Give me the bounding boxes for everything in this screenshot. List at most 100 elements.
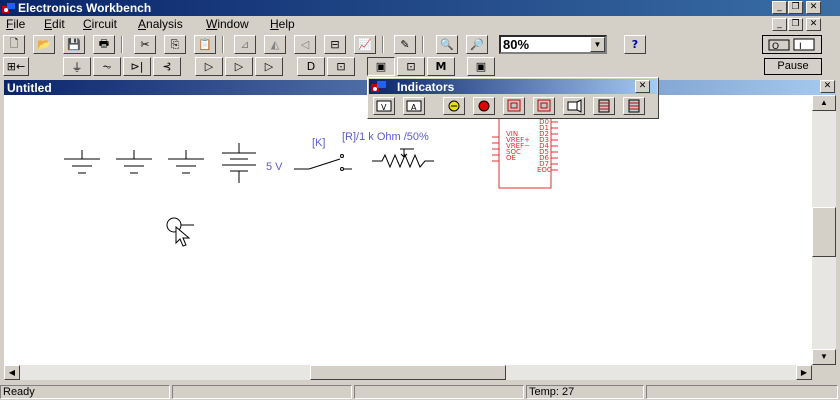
flip-vertical-icon[interactable]: ◁ — [294, 35, 316, 54]
indicators-bin-icon[interactable]: ▣ — [367, 57, 395, 76]
horizontal-scrollbar[interactable]: ◀ ▶ — [4, 365, 812, 380]
subcircuit-icon[interactable]: ⊟ — [324, 35, 346, 54]
open-folder-icon[interactable]: 📂 — [33, 35, 55, 54]
controls-bin-icon[interactable]: ⊡ — [397, 57, 425, 76]
power-switch[interactable]: OI — [762, 35, 822, 54]
status-bar: Ready Temp: 27 — [0, 384, 840, 400]
status-panel-2 — [172, 385, 352, 399]
ground-icon — [116, 150, 152, 174]
flip-horizontal-icon[interactable]: ◭ — [264, 35, 286, 54]
potentiometer-label: [R]/1 k Ohm /50% — [342, 131, 429, 143]
help-icon[interactable]: ? — [624, 35, 646, 54]
circuit-canvas[interactable]: 5 V [K] [R]/1 k Ohm /50% VIN VREF+ VREF− SO… — [4, 95, 812, 365]
status-panel-3 — [354, 385, 524, 399]
menu-help[interactable]: Help — [270, 16, 295, 33]
indicators-title-bar: Indicators ✕ — [369, 79, 657, 94]
battery-label: 5 V — [266, 161, 283, 173]
app-title-bar: Electronics Workbench _ ❐ ✕ — [0, 0, 840, 16]
document-close-button[interactable]: ✕ — [820, 80, 835, 93]
chevron-down-icon[interactable]: ▼ — [590, 37, 605, 52]
app-title: Electronics Workbench — [18, 1, 152, 15]
zoom-in-icon[interactable]: 🔎 — [466, 35, 488, 54]
status-text: Ready — [0, 385, 170, 399]
mixed-ics-bin-icon[interactable]: ▷ — [225, 57, 253, 76]
indicators-palette: Indicators ✕ V A — [367, 77, 659, 119]
rotate-icon[interactable]: ⊿ — [234, 35, 256, 54]
potentiometer-icon — [372, 148, 434, 169]
scroll-right-button[interactable]: ▶ — [796, 365, 812, 380]
document-title: Untitled — [7, 81, 52, 95]
digital-bin-icon[interactable]: ⊡ — [327, 57, 355, 76]
resize-corner[interactable] — [812, 365, 836, 380]
close-button[interactable]: ✕ — [806, 1, 821, 14]
pause-button[interactable]: Pause — [764, 58, 822, 75]
cut-icon[interactable]: ✂ — [134, 35, 156, 54]
indicators-close-button[interactable]: ✕ — [635, 80, 650, 93]
ic-right-pin-labels: D0 D1 D2 D3 D4 D5 D6 D7 EOC — [537, 118, 552, 174]
paste-icon[interactable]: 📋 — [194, 35, 216, 54]
buzzer-icon[interactable] — [563, 97, 585, 115]
menu-analysis[interactable]: Analysis — [138, 16, 183, 33]
logic-gates-bin-icon[interactable]: D — [297, 57, 325, 76]
digital-ics-bin-icon[interactable]: ▷ — [255, 57, 283, 76]
restore-button[interactable]: ❐ — [788, 1, 803, 14]
ammeter-icon[interactable]: A — [403, 97, 425, 115]
new-file-icon[interactable]: 🗋 — [3, 35, 25, 54]
component-properties-icon[interactable]: ✎ — [394, 35, 416, 54]
bargraph-icon[interactable] — [593, 97, 615, 115]
scroll-up-button[interactable]: ▲ — [812, 95, 836, 111]
favorites-bin-icon[interactable]: ⊞← — [3, 57, 29, 76]
minimize-button[interactable]: _ — [772, 1, 787, 14]
analog-ics-bin-icon[interactable]: ▷ — [195, 57, 223, 76]
menu-edit[interactable]: Edit — [44, 16, 65, 33]
bulb-icon[interactable] — [443, 97, 465, 115]
scroll-thumb-vertical[interactable] — [812, 207, 836, 257]
menu-window[interactable]: Window — [206, 16, 249, 33]
battery-icon — [222, 143, 256, 183]
decoded-bargraph-icon[interactable] — [623, 97, 645, 115]
transistors-bin-icon[interactable]: ⊰ — [153, 57, 181, 76]
miscellaneous-bin-icon[interactable]: M — [427, 57, 455, 76]
scroll-left-button[interactable]: ◀ — [4, 365, 20, 380]
scroll-down-button[interactable]: ▼ — [812, 349, 836, 365]
switch-icon — [294, 154, 352, 171]
seven-segment-icon[interactable] — [503, 97, 525, 115]
svg-text:V: V — [381, 103, 387, 112]
instruments-bin-icon[interactable]: ▣ — [467, 57, 495, 76]
zoom-out-icon[interactable]: 🔍 — [436, 35, 458, 54]
main-toolbar: 🗋 📂 💾 🖶 ✂ ⎘ 📋 ⊿ ◭ ◁ ⊟ 📈 ✎ 🔍 🔎 80% ▼ ? OI — [0, 33, 840, 55]
ic-left-pin-labels: VIN VREF+ VREF− SOC OE — [506, 130, 530, 162]
vertical-scrollbar[interactable]: ▲ ▼ — [812, 95, 836, 365]
menu-bar: File Edit Circuit Analysis Window Help _… — [0, 16, 840, 33]
svg-text:A: A — [411, 103, 417, 112]
doc-minimize-button[interactable]: _ — [772, 18, 787, 31]
print-icon[interactable]: 🖶 — [93, 35, 115, 54]
basic-bin-icon[interactable]: ⏦ — [93, 57, 121, 76]
menu-file[interactable]: File — [6, 16, 25, 33]
indicators-logo-icon — [371, 80, 393, 96]
copy-icon[interactable]: ⎘ — [164, 35, 186, 54]
pointer-cursor-icon — [166, 217, 194, 247]
app-logo-icon — [2, 2, 15, 14]
ground-icon — [168, 150, 204, 174]
doc-restore-button[interactable]: ❐ — [788, 18, 803, 31]
zoom-select[interactable]: 80% ▼ — [499, 35, 607, 54]
ground-icon — [64, 150, 100, 174]
doc-close-button[interactable]: ✕ — [806, 18, 821, 31]
parts-toolbar: ⊞← ⏚ ⏦ ⊳| ⊰ ▷ ▷ ▷ D ⊡ ▣ ⊡ M ▣ Pause — [0, 55, 840, 77]
svg-text:I: I — [799, 42, 802, 52]
svg-text:O: O — [772, 42, 779, 52]
save-icon[interactable]: 💾 — [63, 35, 85, 54]
graph-icon[interactable]: 📈 — [354, 35, 376, 54]
decoded-seven-segment-icon[interactable] — [533, 97, 555, 115]
pause-label: Pause — [777, 60, 809, 72]
menu-circuit[interactable]: Circuit — [83, 16, 117, 33]
voltmeter-icon[interactable]: V — [373, 97, 395, 115]
red-probe-icon[interactable] — [473, 97, 495, 115]
switch-label: [K] — [312, 137, 326, 149]
temperature-readout: Temp: 27 — [526, 385, 644, 399]
indicators-title: Indicators — [397, 80, 455, 94]
scroll-thumb-horizontal[interactable] — [310, 365, 506, 380]
diodes-bin-icon[interactable]: ⊳| — [123, 57, 151, 76]
sources-bin-icon[interactable]: ⏚ — [63, 57, 91, 76]
